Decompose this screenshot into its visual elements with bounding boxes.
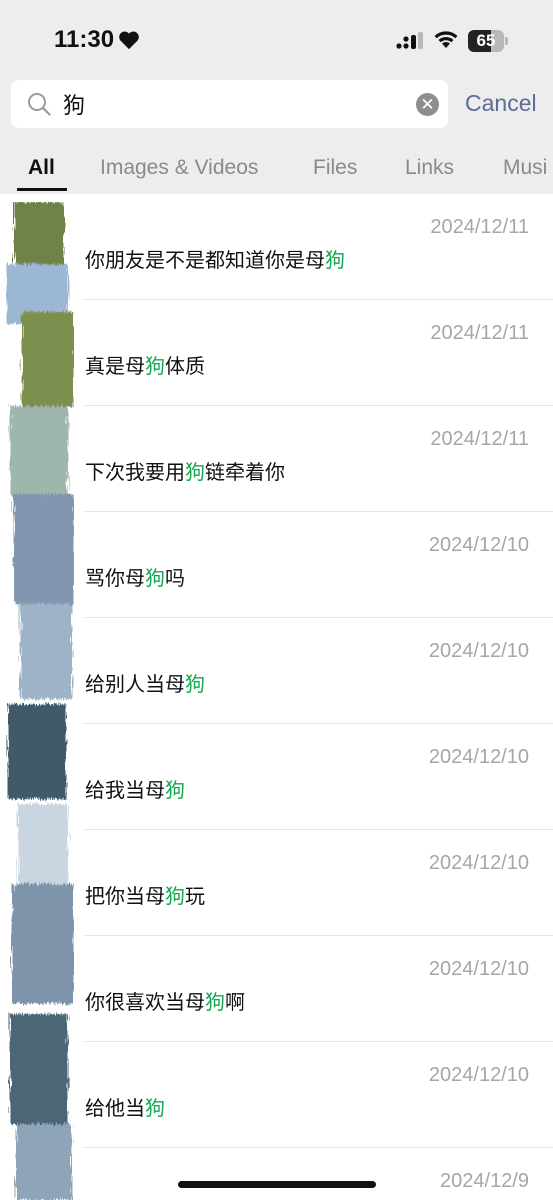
header-area: 11:30 65 ✕ Cancel All Images & Videos xyxy=(0,0,553,194)
keyword-highlight: 狗 xyxy=(185,460,205,484)
keyword-highlight: 狗 xyxy=(145,566,165,590)
message-date: 2024/12/10 xyxy=(428,852,529,874)
search-results-list[interactable]: 你朋友是不是都知道你是母狗 2024/12/11 真是母狗体质 2024/12/… xyxy=(0,194,553,1200)
tab-links[interactable]: Links xyxy=(405,156,454,180)
message-date: 2024/12/10 xyxy=(428,534,529,556)
keyword-highlight: 狗 xyxy=(165,778,185,802)
battery-indicator: 65 xyxy=(468,30,508,52)
clear-search-icon[interactable]: ✕ xyxy=(416,93,439,116)
message-date: 2024/12/10 xyxy=(428,1064,529,1086)
message-date: 2024/12/10 xyxy=(428,958,529,980)
battery-percentage: 65 xyxy=(476,31,496,50)
wifi-icon xyxy=(434,31,458,48)
message-text: 给别人当母狗 xyxy=(85,672,205,696)
keyword-highlight: 狗 xyxy=(145,354,165,378)
keyword-highlight: 狗 xyxy=(145,1096,165,1120)
cancel-button[interactable]: Cancel xyxy=(465,90,537,117)
message-text: 真是母狗体质 xyxy=(85,354,205,378)
cellular-signal-icon xyxy=(396,32,423,49)
message-text: 你很喜欢当母狗啊 xyxy=(85,990,245,1014)
message-date: 2024/12/11 xyxy=(430,216,529,238)
active-tab-indicator xyxy=(17,188,67,191)
keyword-highlight: 狗 xyxy=(325,248,345,272)
message-date: 2024/12/10 xyxy=(428,640,529,662)
heart-icon xyxy=(119,31,139,50)
status-time: 11:30 xyxy=(54,26,140,54)
message-date: 2024/12/9 xyxy=(440,1170,529,1192)
message-text: 骂你母狗吗 xyxy=(85,566,185,590)
tab-files[interactable]: Files xyxy=(313,156,357,180)
keyword-highlight: 狗 xyxy=(185,672,205,696)
message-text: 下次我要用狗链牵着你 xyxy=(85,460,285,484)
search-icon xyxy=(28,93,51,116)
search-field[interactable]: ✕ xyxy=(11,80,448,128)
message-text: 把你当母狗玩 xyxy=(85,884,205,908)
status-time-text: 11:30 xyxy=(54,26,115,53)
message-text: 你朋友是不是都知道你是母狗 xyxy=(85,248,345,272)
keyword-highlight: 狗 xyxy=(165,884,185,908)
message-text: 给他当狗 xyxy=(85,1096,165,1120)
search-input[interactable] xyxy=(63,89,403,119)
tab-all[interactable]: All xyxy=(28,156,55,180)
keyword-highlight: 狗 xyxy=(205,990,225,1014)
avatar xyxy=(6,202,74,1200)
message-text: 给我当母狗 xyxy=(85,778,185,802)
message-date: 2024/12/11 xyxy=(430,322,529,344)
message-date: 2024/12/10 xyxy=(428,746,529,768)
home-indicator[interactable] xyxy=(178,1181,376,1188)
message-date: 2024/12/11 xyxy=(430,428,529,450)
tab-images-videos[interactable]: Images & Videos xyxy=(100,156,258,180)
tab-music[interactable]: Musi xyxy=(503,156,547,180)
